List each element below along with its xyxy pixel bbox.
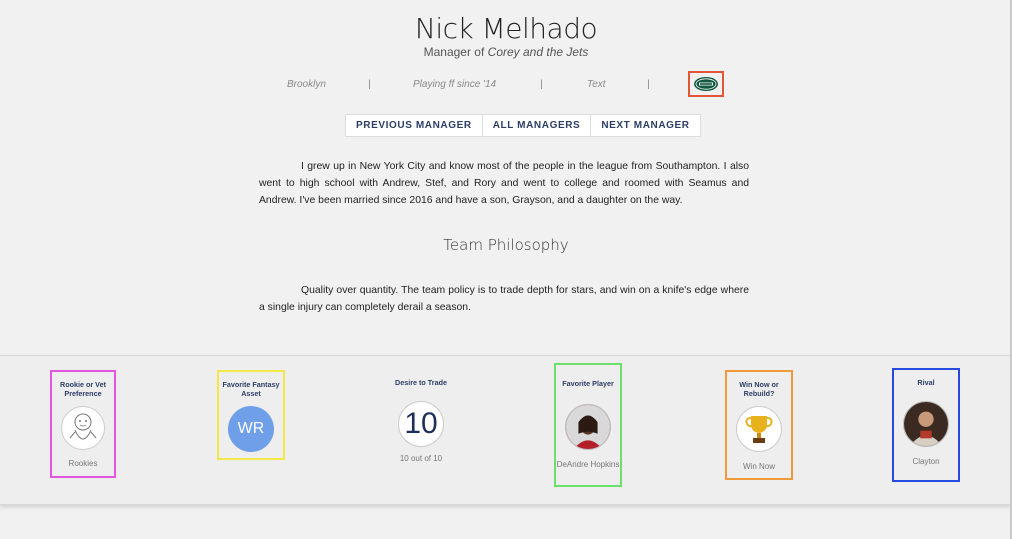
previous-manager-button[interactable]: PREVIOUS MANAGER <box>346 115 483 136</box>
separator: | <box>647 79 650 90</box>
playing-since-text: Playing ff since '14 <box>413 79 497 90</box>
player-photo <box>565 404 611 450</box>
extra-text: Text <box>587 79 606 90</box>
philosophy-heading: Team Philosophy <box>443 236 569 254</box>
card-value: Clayton <box>912 457 940 466</box>
subtitle-prefix: Manager of <box>423 45 488 59</box>
card-label: Rookie or Vet Preference <box>60 380 106 398</box>
win-now-card: Win Now or Rebuild? Win Now <box>725 370 793 480</box>
team-name: Corey and the Jets <box>487 45 589 59</box>
trophy-icon <box>736 406 782 452</box>
separator: | <box>540 79 543 90</box>
jets-logo-icon <box>694 77 718 91</box>
card-label: Favorite Player <box>562 379 614 388</box>
fantasy-asset-card: Favorite Fantasy Asset WR <box>217 370 285 460</box>
preferences-strip: Rookie or Vet Preference Rookies Favorit… <box>0 355 1010 505</box>
location-text: Brooklyn <box>287 79 326 90</box>
bio-paragraph: I grew up in New York City and know most… <box>259 161 749 206</box>
card-label: Desire to Trade <box>395 378 447 387</box>
trade-score-circle: 10 <box>398 401 444 447</box>
desire-to-trade-card: Desire to Trade 10 10 out of 10 <box>385 370 457 470</box>
trade-score: 10 <box>404 407 438 440</box>
rookie-vet-card: Rookie or Vet Preference Rookies <box>50 370 116 478</box>
all-managers-button[interactable]: ALL MANAGERS <box>483 115 592 136</box>
rival-card: Rival Clayton <box>892 368 960 482</box>
card-value: Win Now <box>742 462 775 471</box>
favorite-player-card: Favorite Player DeAndre Hopkins <box>554 363 622 487</box>
card-label: Rival <box>917 378 935 387</box>
next-manager-button[interactable]: NEXT MANAGER <box>591 115 699 136</box>
info-bar: Brooklyn | Playing ff since '14 | Text | <box>0 79 1012 93</box>
card-value: 10 out of 10 <box>399 454 443 463</box>
card-label: Win Now or Rebuild? <box>739 380 779 398</box>
rookie-baby-icon <box>61 406 105 450</box>
separator: | <box>368 79 371 90</box>
manager-name: Nick Melhado <box>414 12 598 45</box>
team-logo[interactable] <box>688 71 724 97</box>
manager-nav: PREVIOUS MANAGER ALL MANAGERS NEXT MANAG… <box>345 114 701 137</box>
card-value: DeAndre Hopkins <box>556 460 620 469</box>
rival-photo <box>903 401 949 447</box>
position-circle: WR <box>228 406 274 452</box>
philosophy-paragraph: Quality over quantity. The team policy i… <box>259 285 749 313</box>
position-text: WR <box>237 420 265 437</box>
manager-subtitle: Manager of Corey and the Jets <box>0 45 1012 59</box>
card-label: Favorite Fantasy Asset <box>222 380 280 398</box>
card-value: Rookies <box>68 459 98 468</box>
